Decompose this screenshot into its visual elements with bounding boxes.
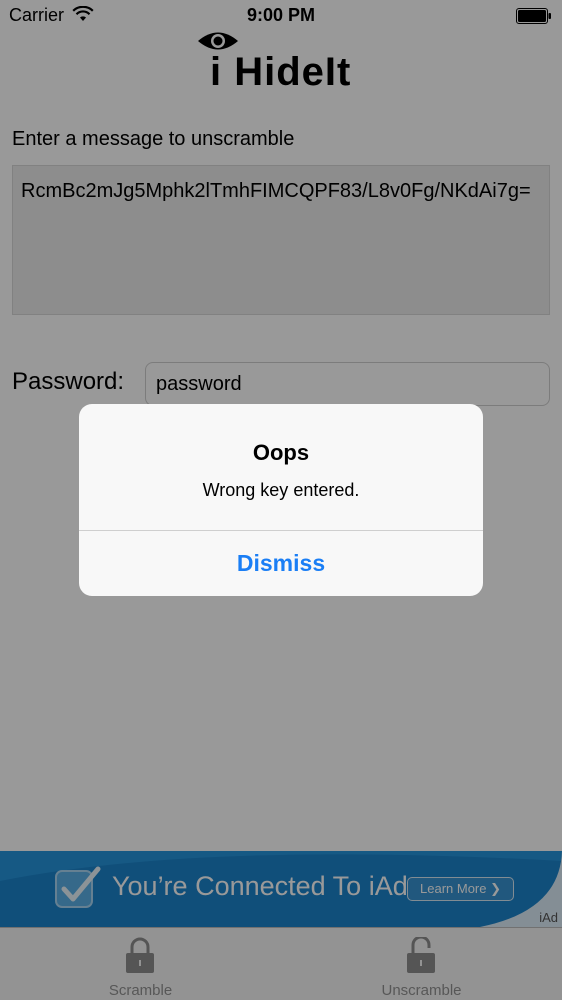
dismiss-button[interactable]: Dismiss	[79, 531, 483, 596]
alert-message: Wrong key entered.	[202, 480, 360, 500]
alert-title: Oops	[252, 440, 310, 465]
alert-dialog: Oops Wrong key entered. Dismiss	[79, 404, 483, 596]
